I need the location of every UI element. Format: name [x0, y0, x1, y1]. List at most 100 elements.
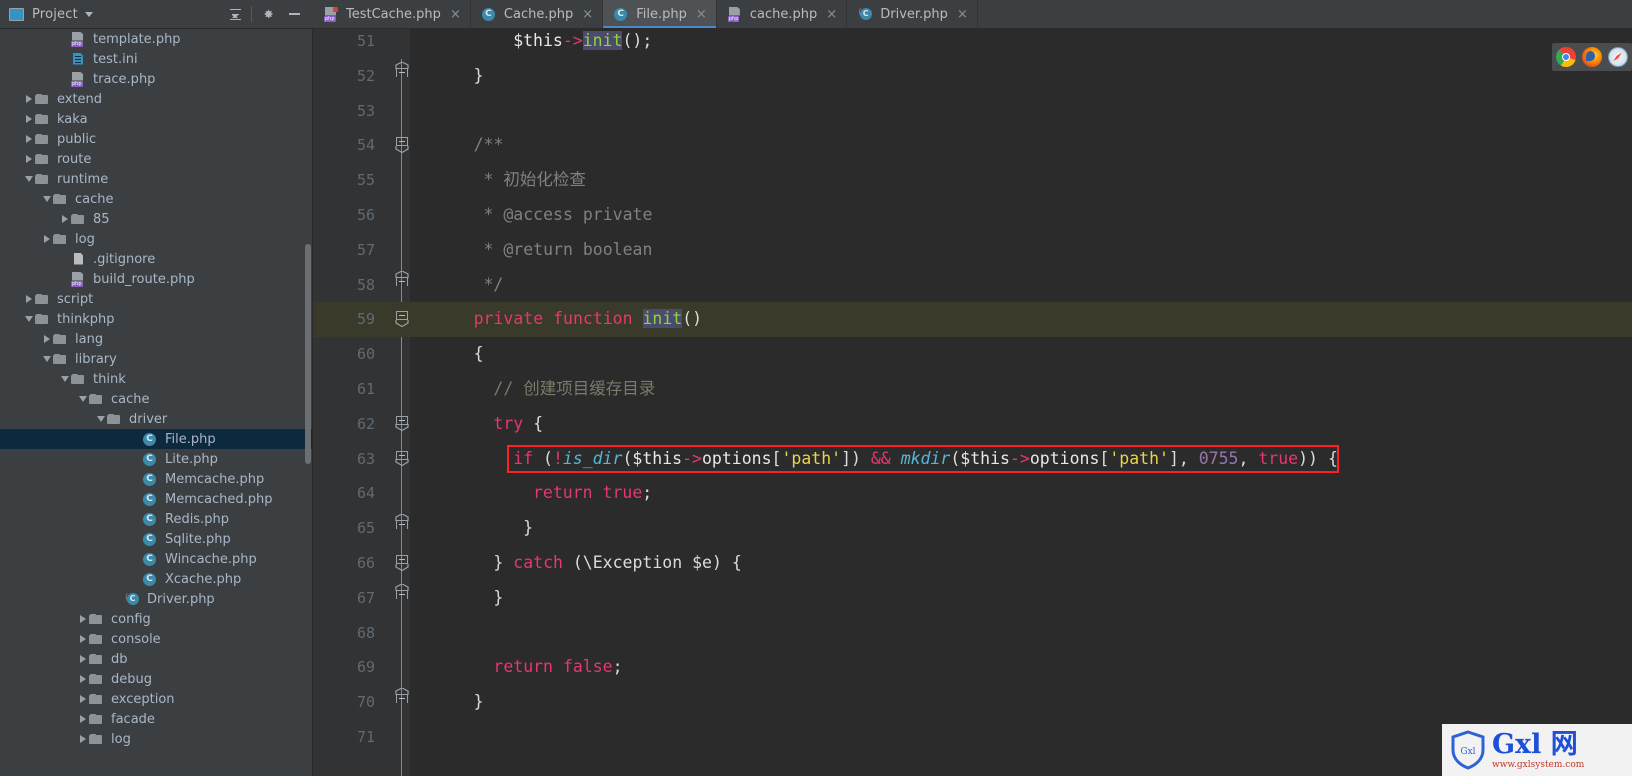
- code-fold-marker[interactable]: [393, 302, 410, 337]
- tree-item-trace-php[interactable]: trace.php: [0, 69, 313, 89]
- tree-item-cache[interactable]: cache: [0, 189, 313, 209]
- editor-tab-driver-php[interactable]: (C Driver.php ×: [847, 0, 978, 28]
- code-fold-marker[interactable]: [393, 685, 410, 720]
- tree-item-config[interactable]: config: [0, 609, 313, 629]
- tree-item-thinkphp[interactable]: thinkphp: [0, 309, 313, 329]
- tree-item-kaka[interactable]: kaka: [0, 109, 313, 129]
- code-line-64[interactable]: return true;: [533, 476, 652, 511]
- tree-item-route[interactable]: route: [0, 149, 313, 169]
- tree-item-facade[interactable]: facade: [0, 709, 313, 729]
- chrome-icon[interactable]: [1556, 47, 1576, 67]
- close-icon[interactable]: ×: [696, 8, 707, 21]
- chevron-right-icon[interactable]: [76, 655, 89, 663]
- tree-item-exception[interactable]: exception: [0, 689, 313, 709]
- chevron-down-icon[interactable]: [22, 176, 35, 182]
- code-fold-marker[interactable]: [393, 546, 410, 581]
- tree-item-runtime[interactable]: runtime: [0, 169, 313, 189]
- tree-item-log[interactable]: log: [0, 729, 313, 749]
- chevron-right-icon[interactable]: [22, 95, 35, 103]
- tree-item-wincache-php[interactable]: C Wincache.php: [0, 549, 313, 569]
- tree-item-db[interactable]: db: [0, 649, 313, 669]
- chevron-right-icon[interactable]: [76, 615, 89, 623]
- code-line-65[interactable]: }: [523, 511, 533, 546]
- tree-item-test-ini[interactable]: test.ini: [0, 49, 313, 69]
- chevron-down-icon[interactable]: [94, 416, 107, 422]
- editor-tab-file-php[interactable]: C File.php ×: [603, 0, 717, 28]
- chevron-right-icon[interactable]: [22, 115, 35, 123]
- tree-item-driver[interactable]: driver: [0, 409, 313, 429]
- firefox-icon[interactable]: [1582, 47, 1602, 67]
- code-line-70[interactable]: }: [474, 685, 484, 720]
- code-line-61[interactable]: // 创建项目缓存目录: [493, 372, 655, 407]
- code-fold-marker[interactable]: [393, 511, 410, 546]
- code-fold-marker[interactable]: [393, 59, 410, 94]
- editor-tab-cache-php[interactable]: C Cache.php ×: [471, 0, 604, 28]
- collapse-all-button[interactable]: [222, 2, 248, 26]
- tree-item-template-php[interactable]: template.php: [0, 29, 313, 49]
- tree-item--gitignore[interactable]: .gitignore: [0, 249, 313, 269]
- code-line-60[interactable]: {: [474, 337, 484, 372]
- tree-item-memcached-php[interactable]: C Memcached.php: [0, 489, 313, 509]
- tree-item-xcache-php[interactable]: C Xcache.php: [0, 569, 313, 589]
- chevron-right-icon[interactable]: [22, 135, 35, 143]
- chevron-down-icon[interactable]: [22, 316, 35, 322]
- chevron-right-icon[interactable]: [76, 715, 89, 723]
- tree-item-driver-php[interactable]: (C Driver.php: [0, 589, 313, 609]
- editor-tab-cache-php[interactable]: cache.php ×: [717, 0, 848, 28]
- tree-item-85[interactable]: 85: [0, 209, 313, 229]
- tree-item-public[interactable]: public: [0, 129, 313, 149]
- code-fold-marker[interactable]: [393, 407, 410, 442]
- code-line-51[interactable]: $this->init();: [513, 29, 652, 59]
- close-icon[interactable]: ×: [582, 8, 593, 21]
- chevron-right-icon[interactable]: [76, 735, 89, 743]
- tree-item-console[interactable]: console: [0, 629, 313, 649]
- code-line-59[interactable]: private function init(): [474, 302, 702, 337]
- editor-tab-testcache-php[interactable]: TestCache.php ×: [313, 0, 471, 28]
- code-line-69[interactable]: return false;: [493, 650, 622, 685]
- code-fold-marker[interactable]: [393, 268, 410, 303]
- code-fold-marker[interactable]: [393, 128, 410, 163]
- code-fold-marker[interactable]: [393, 581, 410, 616]
- chevron-right-icon[interactable]: [22, 155, 35, 163]
- code-line-62[interactable]: try {: [493, 407, 543, 442]
- tree-item-file-php[interactable]: C File.php: [0, 429, 313, 449]
- code-line-54[interactable]: /**: [474, 128, 504, 163]
- chevron-right-icon[interactable]: [58, 215, 71, 223]
- code-line-56[interactable]: * @access private: [484, 198, 653, 233]
- tree-item-memcache-php[interactable]: C Memcache.php: [0, 469, 313, 489]
- tree-item-build_route-php[interactable]: build_route.php: [0, 269, 313, 289]
- tree-item-extend[interactable]: extend: [0, 89, 313, 109]
- close-icon[interactable]: ×: [957, 8, 968, 21]
- chevron-right-icon[interactable]: [40, 335, 53, 343]
- editor-code-area[interactable]: $this->init();}/** * 初始化检查 * @access priva…: [410, 29, 1632, 776]
- tree-item-debug[interactable]: debug: [0, 669, 313, 689]
- code-line-66[interactable]: } catch (\Exception $e) {: [493, 546, 741, 581]
- code-line-57[interactable]: * @return boolean: [484, 233, 653, 268]
- minimize-panel-button[interactable]: [281, 2, 307, 26]
- close-icon[interactable]: ×: [826, 8, 837, 21]
- tree-item-cache[interactable]: cache: [0, 389, 313, 409]
- code-line-58[interactable]: */: [484, 268, 504, 303]
- chevron-down-icon[interactable]: [40, 356, 53, 362]
- code-line-52[interactable]: }: [474, 59, 484, 94]
- chevron-right-icon[interactable]: [40, 235, 53, 243]
- close-icon[interactable]: ×: [450, 8, 461, 21]
- tree-item-script[interactable]: script: [0, 289, 313, 309]
- safari-icon[interactable]: [1608, 47, 1628, 67]
- tree-item-lite-php[interactable]: C Lite.php: [0, 449, 313, 469]
- code-editor[interactable]: 51 52 53 54 55 56 57 58 59 60 61 62 63 64 65 66 67 68 69 70…: [313, 29, 1632, 776]
- chevron-right-icon[interactable]: [76, 635, 89, 643]
- code-fold-marker[interactable]: [393, 442, 410, 477]
- chevron-right-icon[interactable]: [76, 695, 89, 703]
- project-tree-panel[interactable]: template.php test.ini trace.php extend kaka p…: [0, 29, 313, 776]
- settings-button[interactable]: [255, 2, 281, 26]
- chevron-down-icon[interactable]: [84, 11, 93, 17]
- project-tree-scrollbar[interactable]: [305, 244, 311, 464]
- tree-item-library[interactable]: library: [0, 349, 313, 369]
- tree-item-log[interactable]: log: [0, 229, 313, 249]
- tree-item-think[interactable]: think: [0, 369, 313, 389]
- chevron-down-icon[interactable]: [76, 396, 89, 402]
- tree-item-redis-php[interactable]: C Redis.php: [0, 509, 313, 529]
- chevron-down-icon[interactable]: [40, 196, 53, 202]
- tree-item-sqlite-php[interactable]: C Sqlite.php: [0, 529, 313, 549]
